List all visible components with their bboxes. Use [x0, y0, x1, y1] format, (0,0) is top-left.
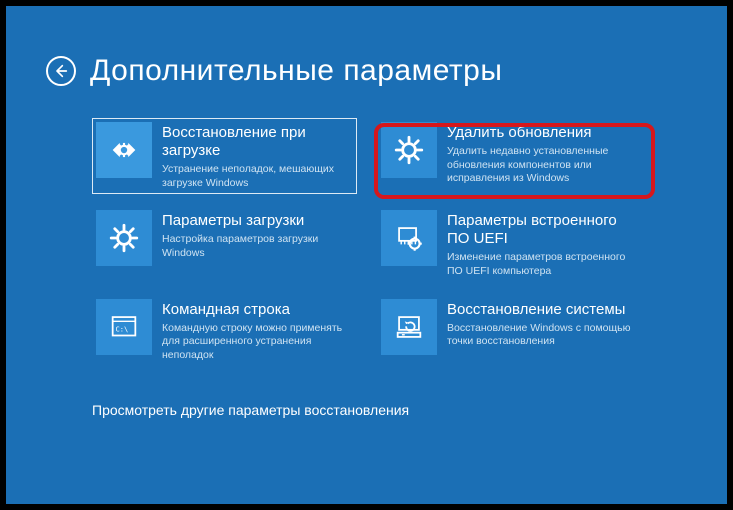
tile-startup-settings[interactable]: Параметры загрузки Настройка параметров …: [92, 206, 357, 282]
tile-title: Восстановление при загрузке: [162, 124, 353, 160]
tile-system-restore[interactable]: Восстановление системы Восстановление Wi…: [377, 295, 642, 367]
gear-icon: [96, 210, 152, 266]
arrow-left-icon: [53, 63, 69, 79]
tile-title: Командная строка: [162, 301, 353, 319]
system-restore-icon: [381, 299, 437, 355]
tile-desc: Изменение параметров встроенного ПО UEFI…: [447, 251, 638, 278]
tile-desc: Удалить недавно установленные обновления…: [447, 145, 638, 186]
tile-title: Параметры встроенного ПО UEFI: [447, 212, 638, 248]
options-grid: Восстановление при загрузке Устранение н…: [92, 118, 687, 366]
see-more-recovery-options-link[interactable]: Просмотреть другие параметры восстановле…: [92, 402, 409, 418]
svg-text:C:\: C:\: [116, 324, 129, 333]
gear-icon: [381, 122, 437, 178]
firmware-chip-icon: [381, 210, 437, 266]
tile-command-prompt[interactable]: C:\ Командная строка Командную строку мо…: [92, 295, 357, 367]
tile-title: Восстановление системы: [447, 301, 638, 319]
tile-title: Параметры загрузки: [162, 212, 353, 230]
startup-repair-icon: [96, 122, 152, 178]
back-button[interactable]: [46, 56, 76, 86]
tile-uninstall-updates[interactable]: Удалить обновления Удалить недавно устан…: [377, 118, 642, 194]
tile-desc: Командную строку можно применять для рас…: [162, 322, 353, 363]
tile-desc: Восстановление Windows с помощью точки в…: [447, 322, 638, 349]
tile-uefi-firmware[interactable]: Параметры встроенного ПО UEFI Изменение …: [377, 206, 642, 282]
recovery-advanced-options-screen: Дополнительные параметры Восстановление …: [6, 6, 727, 504]
tile-title: Удалить обновления: [447, 124, 638, 142]
header: Дополнительные параметры: [46, 54, 687, 88]
tile-startup-repair[interactable]: Восстановление при загрузке Устранение н…: [92, 118, 357, 194]
tile-desc: Устранение неполадок, мешающих загрузке …: [162, 163, 353, 190]
page-title: Дополнительные параметры: [90, 54, 502, 88]
command-prompt-icon: C:\: [96, 299, 152, 355]
tile-desc: Настройка параметров загрузки Windows: [162, 233, 353, 260]
